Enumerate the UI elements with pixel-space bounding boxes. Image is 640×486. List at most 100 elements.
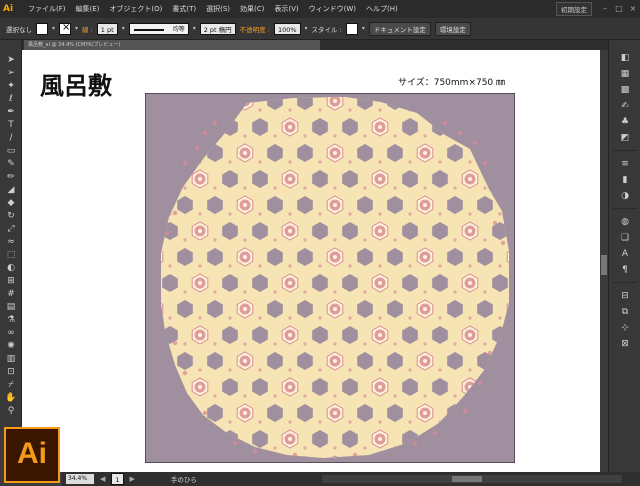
slice-tool-icon[interactable]: ⌿	[4, 379, 18, 391]
hand-tool-icon[interactable]: ✋	[4, 392, 18, 404]
small-flower-dot	[498, 264, 502, 268]
transform-icon[interactable]: ⊹	[617, 322, 633, 334]
zoom-level-field[interactable]: 34.4%	[66, 474, 94, 484]
small-flower-dot	[408, 212, 412, 216]
artboard-tool-icon[interactable]: ⊡	[4, 366, 18, 378]
rotate-tool-icon[interactable]: ↻	[4, 210, 18, 222]
menu-help[interactable]: ヘルプ(H)	[361, 4, 403, 14]
menu-edit[interactable]: 編集(E)	[71, 4, 105, 14]
swatches-icon[interactable]: ▩	[617, 84, 633, 96]
zoom-tool-icon[interactable]: ⚲	[4, 405, 18, 417]
close-icon[interactable]: ×	[626, 3, 640, 15]
brush-select[interactable]: 2 pt 楕円	[199, 22, 236, 35]
workspace-switcher[interactable]: 初期設定	[556, 2, 592, 16]
opacity-dropdown-icon[interactable]: ▾	[305, 25, 308, 32]
eyedropper-icon[interactable]: ⚗	[4, 314, 18, 326]
paintbrush-icon[interactable]: ✎	[4, 158, 18, 170]
graphic-styles-icon[interactable]: ◩	[617, 132, 633, 144]
menu-type[interactable]: 書式(T)	[167, 4, 201, 14]
flower-center	[333, 255, 337, 259]
menu-object[interactable]: オブジェクト(O)	[104, 4, 167, 14]
width-tool-icon[interactable]: ≈	[4, 236, 18, 248]
stroke-label[interactable]: 線 :	[82, 24, 93, 34]
flower-center	[333, 411, 337, 415]
gradient-tool-icon[interactable]: ▤	[4, 301, 18, 313]
small-flower-dot	[198, 368, 202, 372]
stroke-swatch[interactable]	[59, 22, 72, 35]
shape-builder-icon[interactable]: ◐	[4, 262, 18, 274]
first-artboard-icon[interactable]: ◀	[100, 475, 105, 483]
character-icon[interactable]: A	[617, 248, 633, 260]
appearance-icon[interactable]: ◍	[617, 216, 633, 228]
scale-tool-icon[interactable]: ⤢	[4, 223, 18, 235]
type-tool-icon[interactable]: T	[4, 119, 18, 131]
stroke-weight-field[interactable]: 1 pt	[96, 22, 118, 35]
document-tab[interactable]: 風呂敷_ai @ 34.4% (CMYK/プレビュー)	[24, 40, 320, 50]
blob-brush-icon[interactable]: ◢	[4, 184, 18, 196]
direct-selection-tool-icon[interactable]: ➢	[4, 67, 18, 79]
maximize-icon[interactable]: □	[612, 3, 626, 15]
small-flower-dot	[438, 264, 442, 268]
menu-view[interactable]: 表示(V)	[269, 4, 303, 14]
menu-select[interactable]: 選択(S)	[201, 4, 235, 14]
align-icon[interactable]: ⊟	[617, 290, 633, 302]
transparency-icon[interactable]: ◑	[617, 190, 633, 202]
stroke-profile-dropdown-icon[interactable]: ▾	[193, 25, 196, 32]
scatter-flower	[472, 140, 478, 146]
app-logo-icon: Ai	[3, 4, 14, 14]
document-setup-button[interactable]: ドキュメント設定	[368, 21, 431, 36]
symbols-icon[interactable]: ♣	[617, 116, 633, 128]
pencil-icon[interactable]: ✏	[4, 171, 18, 183]
free-transform-icon[interactable]: ⬚	[4, 249, 18, 261]
fill-swatch[interactable]	[36, 22, 48, 35]
small-flower-dot	[213, 342, 217, 346]
stroke-profile-select[interactable]: 均等	[128, 22, 189, 35]
fill-dropdown-icon[interactable]: ▾	[52, 25, 55, 32]
mesh-tool-icon[interactable]: #	[4, 288, 18, 300]
artboard-number-field[interactable]: 1	[111, 473, 124, 485]
gradient-panel-icon[interactable]: ▮	[617, 174, 633, 186]
pen-tool-icon[interactable]: ✒	[4, 106, 18, 118]
paragraph-icon[interactable]: ¶	[617, 264, 633, 276]
pathfinder-icon[interactable]: ⧉	[617, 306, 633, 318]
opacity-field[interactable]: 100%	[273, 22, 301, 35]
line-tool-icon[interactable]: /	[4, 132, 18, 144]
layers-icon[interactable]: ❏	[617, 232, 633, 244]
perspective-grid-icon[interactable]: ⊞	[4, 275, 18, 287]
magic-wand-icon[interactable]: ✦	[4, 80, 18, 92]
small-flower-dot	[348, 212, 352, 216]
stroke-panel-icon[interactable]: ≡	[617, 158, 633, 170]
eraser-icon[interactable]: ◆	[4, 197, 18, 209]
menu-effect[interactable]: 効果(C)	[235, 4, 269, 14]
brushes-icon[interactable]: ✍	[617, 100, 633, 112]
small-flower-dot	[378, 160, 382, 164]
style-swatch[interactable]	[345, 22, 358, 35]
style-dropdown-icon[interactable]: ▾	[362, 25, 365, 32]
lasso-icon[interactable]: ℓ	[4, 93, 18, 105]
menu-window[interactable]: ウィンドウ(W)	[304, 4, 361, 14]
blend-tool-icon[interactable]: ∞	[4, 327, 18, 339]
rectangle-tool-icon[interactable]: ▭	[4, 145, 18, 157]
document-canvas[interactable]: 風呂敷 サイズ：750mm×750 ㎜	[22, 50, 600, 472]
vertical-scrollbar[interactable]	[600, 50, 608, 472]
opacity-label[interactable]: 不透明度 :	[240, 24, 270, 34]
symbol-sprayer-icon[interactable]: ✺	[4, 340, 18, 352]
color-guide-icon[interactable]: ▦	[617, 68, 633, 80]
artboards-icon[interactable]: ⊠	[617, 338, 633, 350]
selection-tool-icon[interactable]: ➤	[4, 54, 18, 66]
stroke-weight-dropdown-icon[interactable]: ▾	[122, 25, 125, 32]
stroke-dropdown-icon[interactable]: ▾	[75, 25, 78, 32]
horizontal-scrollbar[interactable]	[322, 475, 622, 483]
vertical-scroll-thumb[interactable]	[601, 255, 607, 275]
small-flower-dot	[468, 368, 472, 372]
small-flower-dot	[303, 446, 307, 450]
horizontal-scroll-thumb[interactable]	[452, 476, 482, 482]
preferences-button[interactable]: 環境設定	[434, 21, 471, 36]
next-artboard-icon[interactable]: ▶	[130, 475, 135, 483]
minimize-icon[interactable]: –	[598, 3, 612, 15]
furoshiki-artwork[interactable]	[145, 93, 515, 463]
menu-file[interactable]: ファイル(F)	[23, 4, 71, 14]
small-flower-dot	[243, 342, 247, 346]
graph-tool-icon[interactable]: ▥	[4, 353, 18, 365]
color-panel-icon[interactable]: ◧	[617, 52, 633, 64]
